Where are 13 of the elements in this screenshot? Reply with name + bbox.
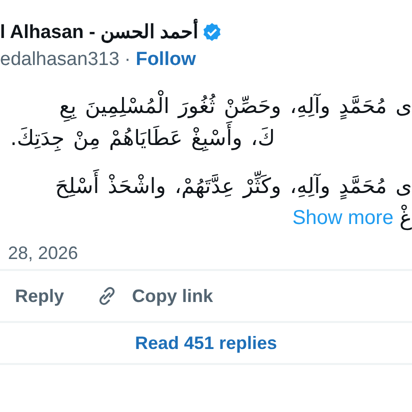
post-text: كَ، وأَسْبِغْ عَطَايَاهُمْ مِنْ جِدَتِكَ.: [10, 123, 412, 153]
user-handle: edalhasan313: [0, 49, 120, 71]
post-text: ى مُحَمَّدٍ وآلِهِ، وكَثِّرْ عِدَّتَهُمْ، واشْحَذْ أَسْلِحَ: [55, 171, 412, 201]
follow-link[interactable]: Follow: [136, 49, 196, 71]
show-more-link[interactable]: Show more: [292, 206, 394, 230]
display-name: l Alhasan - أحمد الحسن: [0, 20, 198, 44]
copy-link-button[interactable]: Copy link: [96, 285, 214, 307]
separator-dot: ·: [124, 49, 131, 71]
post-text: ى مُحَمَّدٍ وآلِهِ، وحَصِّنْ ثُغُورَ الْمُسْلِمِينَ بِعِ: [59, 91, 412, 121]
read-replies-button[interactable]: Read 451 replies: [130, 323, 282, 363]
reply-button[interactable]: Reply: [15, 286, 64, 306]
post-text: غْ: [399, 204, 412, 232]
post-date: 28, 2026: [7, 242, 80, 265]
